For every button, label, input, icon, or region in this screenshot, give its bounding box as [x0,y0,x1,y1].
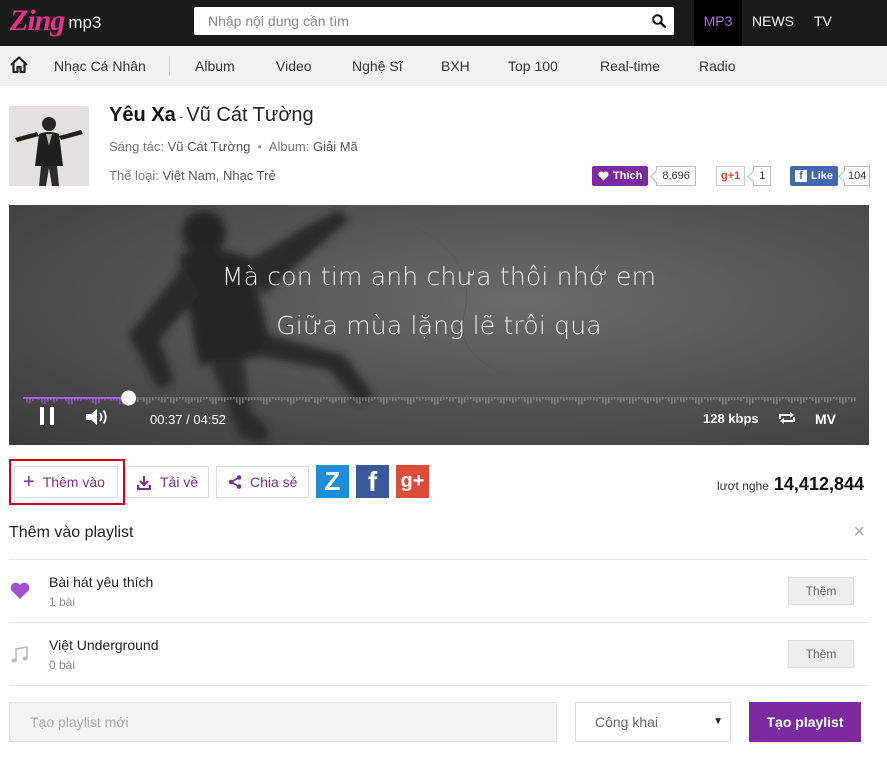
playlist-item-name[interactable]: Việt Underground [49,637,158,653]
gplus-g-icon: g [721,170,728,182]
download-label: Tải về [160,474,199,490]
subnav-item-top100[interactable]: Top 100 [508,58,558,74]
add-to-playlist-viet-underground-button[interactable]: Thêm [788,640,854,668]
playlist-panel-title: Thêm vào playlist [9,524,134,541]
composer-link[interactable]: Vũ Cát Tường [168,139,251,154]
gplus-label: +1 [727,170,741,182]
subnav-item-album[interactable]: Album [195,58,235,74]
logo-zing-text: Zing [10,4,65,37]
playlist-item-count: 1 bài [49,595,76,609]
create-playlist-button[interactable]: Tạo playlist [749,702,861,742]
share-label: Chia sẻ [250,474,298,490]
add-to-playlist-favorites-button[interactable]: Thêm [788,577,854,605]
share-facebook-icon[interactable]: f [356,465,389,498]
album-cover[interactable] [9,106,89,186]
song-genre: Thể loại: Việt Nam, Nhạc Trẻ [109,168,276,183]
subnav-divider [169,56,170,76]
subnav-item-video[interactable]: Video [276,58,312,74]
share-gplus-icon[interactable]: g+ [396,465,429,498]
chevron-down-icon: ▼ [713,716,723,727]
facebook-like-count: 104 [844,166,871,186]
subnav-item-nhac-ca-nhan[interactable]: Nhạc Cá Nhân [54,58,146,74]
logo-mp3-text: mp3 [68,13,102,32]
divider [9,685,869,686]
song-name: Yêu Xa [109,104,176,126]
top-header: Zing mp3 MP3 NEWS TV [0,0,887,46]
privacy-select[interactable]: Công khai ▼ [575,702,731,742]
music-note-icon [11,646,28,663]
sub-nav: Nhạc Cá Nhân Album Video Nghệ Sĩ BXH Top… [0,46,887,86]
zing-like-group: Thích 8,696 [592,166,696,186]
search-box [194,7,674,35]
nav-mp3[interactable]: MP3 [694,0,742,46]
share-icon [228,475,242,489]
gplus-group: g +1 1 [716,166,772,186]
subnav-item-radio[interactable]: Radio [699,58,736,74]
subnav-item-realtime[interactable]: Real-time [600,58,660,74]
subnav-item-nghe-si[interactable]: Nghệ Sĩ [352,58,403,74]
playback-time: 00:37 / 04:52 [150,412,226,427]
nav-tv[interactable]: TV [804,0,842,46]
composer-label: Sáng tác: [109,139,164,154]
play-count-value: 14,412,844 [773,474,864,494]
divider [9,559,869,560]
song-meta: Sáng tác: Vũ Cát Tường • Album: Giải Mã [109,139,358,154]
facebook-like-button[interactable]: f Like [790,166,839,186]
genre-label: Thể loại: [109,168,159,183]
facebook-like-label: Like [811,170,834,182]
zing-like-count: 8,696 [656,166,696,186]
facebook-icon: f [795,170,807,182]
pause-icon [40,407,54,425]
play-count: lượt nghe 14,412,844 [717,474,864,495]
search-input[interactable] [194,7,644,35]
volume-button[interactable] [85,408,111,426]
heart-icon [10,582,30,599]
subnav-item-bxh[interactable]: BXH [441,58,470,74]
close-icon[interactable]: × [853,522,865,542]
waveform-progress-bar[interactable] [23,390,856,411]
privacy-selected-value: Công khai [595,714,659,730]
title-separator: - [178,108,184,124]
music-player: Mà con tim anh chưa thôi nhớ em Giữa mùa… [9,205,869,445]
new-playlist-name-input[interactable]: Tạo playlist mới [9,702,557,742]
playlist-item-count: 0 bài [49,658,76,672]
zing-mp3-logo[interactable]: Zing mp3 [10,4,101,38]
heart-icon [598,171,609,181]
lyric-line-current: Mà con tim anh chưa thôi nhớ em [221,262,657,291]
genre-links[interactable]: Việt Nam, Nhạc Trẻ [163,168,276,183]
progress-played [23,397,129,399]
divider [9,622,869,623]
facebook-like-group: f Like 104 [790,166,871,186]
playlist-item-name[interactable]: Bài hát yêu thích [49,574,153,590]
album-link[interactable]: Giải Mã [313,139,358,154]
repeat-button[interactable] [777,410,797,426]
play-count-label: lượt nghe [716,479,769,493]
song-title: Yêu Xa - Vũ Cát Tường [109,104,314,127]
album-label: Album: [268,139,310,154]
mv-button[interactable]: MV [815,411,836,427]
gplus-button[interactable]: g +1 [716,166,746,186]
repeat-icon [779,412,795,424]
share-button[interactable]: Chia sẻ [216,466,309,498]
song-artist-link[interactable]: Vũ Cát Tường [186,104,313,126]
zing-like-label: Thích [613,170,643,182]
nav-news[interactable]: NEWS [742,0,804,46]
lyric-line-next: Giữa mùa lặng lẽ trôi qua [276,311,602,340]
search-icon[interactable] [644,7,674,35]
download-icon [137,475,151,490]
pause-button[interactable] [39,406,55,426]
download-button[interactable]: Tải về [125,466,209,498]
gplus-count: 1 [753,166,772,186]
home-icon[interactable] [9,55,29,75]
bitrate-selector[interactable]: 128 kbps [703,411,759,426]
volume-icon [86,409,107,425]
share-zing-icon[interactable]: Z [316,465,349,498]
top-nav: MP3 NEWS TV [694,0,842,46]
selection-highlight [9,459,125,505]
zing-like-button[interactable]: Thích [592,166,649,186]
progress-handle[interactable] [121,390,137,406]
